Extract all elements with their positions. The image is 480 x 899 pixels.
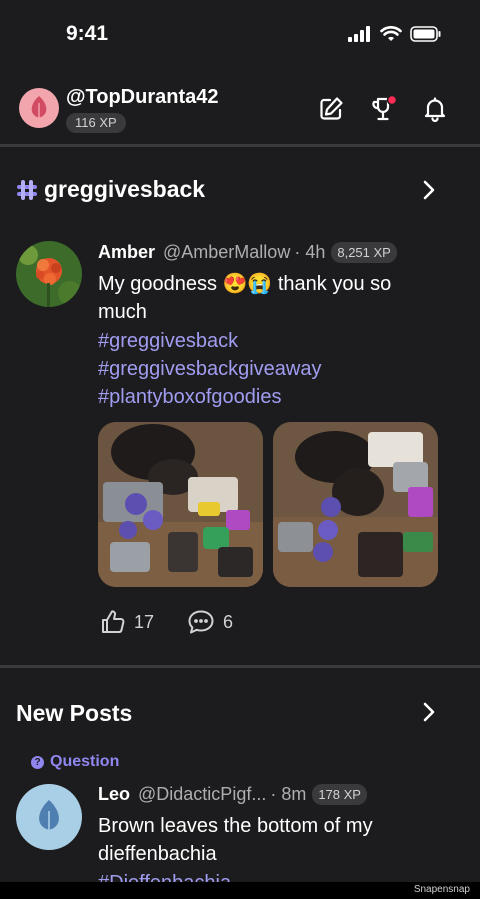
community-title-row[interactable]: greggivesback [16, 176, 205, 203]
section-divider [0, 665, 480, 668]
new-post-author-avatar[interactable] [16, 784, 82, 850]
post-time: · 4h [294, 242, 326, 262]
user-xp-badge: 116 XP [66, 113, 126, 133]
post-photo[interactable] [98, 422, 263, 587]
edit-icon[interactable] [316, 94, 346, 124]
new-post-author-handle[interactable]: @DidacticPigf... [138, 784, 266, 805]
watermark-bar: Snapensnap [0, 882, 480, 899]
new-post-text-line-2[interactable]: dieffenbachia [98, 840, 217, 868]
header-divider [0, 144, 480, 147]
community-title: greggivesback [44, 176, 206, 202]
trophy-icon[interactable] [369, 94, 399, 124]
new-post-time: · 8m [270, 784, 307, 804]
new-post-author-xp-badge: 178 XP [312, 784, 367, 805]
new-post-meta-row: Leo @DidacticPigf... · 8m 178 XP [98, 784, 367, 805]
comment-icon [188, 610, 214, 634]
post-text-line-1: My goodness 😍😭 thank you so [98, 273, 392, 295]
post-author-avatar[interactable] [16, 241, 82, 307]
battery-icon [410, 26, 441, 42]
comment-count: 6 [223, 611, 234, 632]
question-mark-icon: ? [31, 755, 44, 769]
watermark-text: Snapensnap [413, 884, 470, 895]
signal-icon [348, 26, 370, 42]
wifi-icon [380, 26, 402, 41]
post-author-xp-badge: 8,251 XP [331, 242, 397, 263]
post-hashtag[interactable]: #plantyboxofgoodies [98, 383, 281, 411]
post-meta-row: Amber @AmberMallow · 4h 8,251 XP [98, 242, 397, 263]
status-time: 9:41 [66, 22, 109, 45]
question-label-text: Question [50, 753, 120, 770]
user-avatar[interactable] [19, 88, 59, 128]
new-post-text-line-1[interactable]: Brown leaves the bottom of my [98, 812, 373, 840]
comment-button[interactable]: 6 [187, 609, 233, 635]
hashtag-icon [17, 179, 37, 200]
post-text-line-2: much [98, 301, 147, 323]
post-hashtag[interactable]: #greggivesback [98, 327, 238, 355]
like-count: 17 [134, 611, 155, 632]
post-author-handle[interactable]: @AmberMallow [163, 242, 290, 263]
post-photo[interactable] [273, 422, 438, 587]
post-author-name[interactable]: Amber [98, 242, 155, 263]
status-bar: 9:41 [0, 0, 480, 70]
bell-icon[interactable] [420, 94, 450, 124]
new-posts-title-row[interactable]: New Posts [16, 700, 132, 727]
leaf-icon [39, 800, 59, 834]
new-post-author-name[interactable]: Leo [98, 784, 130, 805]
profile-header: @TopDuranta42 116 XP [0, 80, 480, 144]
question-label: ? Question [31, 753, 119, 771]
status-icons [348, 26, 442, 42]
new-posts-title: New Posts [16, 700, 133, 726]
thumbs-up-icon [102, 610, 125, 633]
username[interactable]: @TopDuranta42 [66, 86, 218, 109]
leaf-icon [31, 96, 47, 120]
like-button[interactable]: 17 [100, 609, 154, 635]
new-posts-chevron-right-icon[interactable] [418, 701, 440, 723]
post-hashtag[interactable]: #greggivesbackgiveaway [98, 355, 321, 383]
community-chevron-right-icon[interactable] [418, 179, 440, 201]
